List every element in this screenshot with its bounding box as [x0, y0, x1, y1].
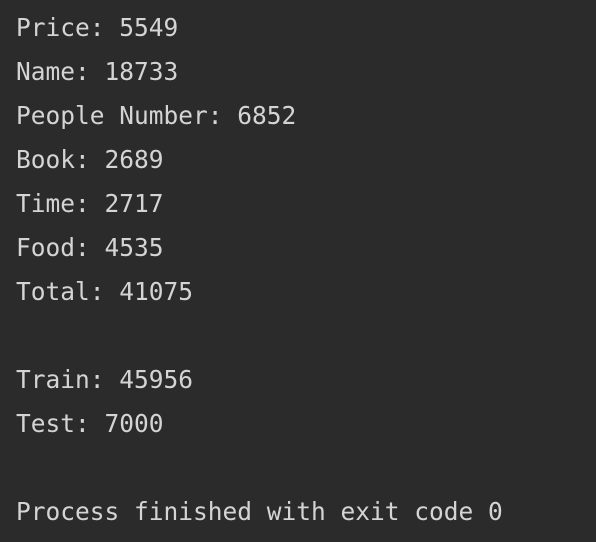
process-finished-message: Process finished with exit code 0: [16, 497, 503, 526]
output-line-price: Price: 5549: [16, 13, 179, 42]
output-line-book: Book: 2689: [16, 145, 164, 174]
console-output[interactable]: Price: 5549 Name: 18733 People Number: 6…: [0, 0, 596, 542]
output-line-people-number: People Number: 6852: [16, 101, 297, 130]
output-line-total: Total: 41075: [16, 277, 194, 306]
output-line-train: Train: 45956: [16, 365, 194, 394]
output-line-time: Time: 2717: [16, 189, 164, 218]
output-line-test: Test: 7000: [16, 409, 164, 438]
output-line-food: Food: 4535: [16, 233, 164, 262]
output-line-name: Name: 18733: [16, 57, 179, 86]
